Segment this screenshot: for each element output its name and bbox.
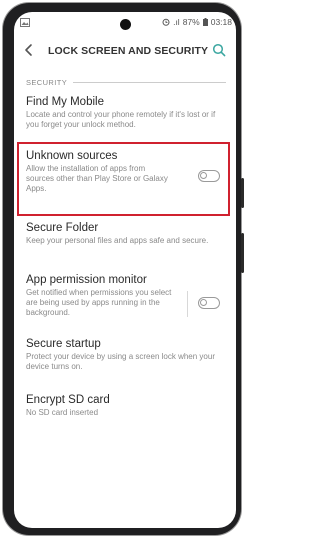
search-icon[interactable]: [212, 43, 226, 57]
volume-button: [241, 178, 244, 208]
toggle-knob: [200, 299, 207, 306]
item-description: Keep your personal files and apps safe a…: [26, 236, 209, 245]
battery-percent: 87%: [182, 17, 200, 27]
battery-icon: [202, 18, 208, 26]
screen: .ıl 87% 03:18 LOCK SCREEN AND SECURITY S…: [14, 12, 236, 528]
image-notification-icon: [20, 18, 30, 27]
list-item-secure-folder[interactable]: Secure Folder Keep your personal files a…: [26, 222, 216, 246]
list-item-encrypt-sd-card[interactable]: Encrypt SD card No SD card inserted: [26, 394, 224, 418]
signal-strength: .ıl: [173, 17, 180, 27]
app-header: LOCK SCREEN AND SECURITY: [14, 36, 236, 66]
clock-time: 03:18: [210, 17, 232, 27]
section-divider: [73, 81, 226, 83]
chevron-left-icon[interactable]: [22, 43, 36, 57]
section-header: SECURITY: [26, 77, 226, 87]
highlight-box: [17, 142, 230, 216]
toggle-divider: [187, 291, 188, 317]
item-title: App permission monitor: [26, 274, 147, 286]
power-button: [241, 233, 244, 273]
item-description: No SD card inserted: [26, 408, 99, 417]
item-title: Secure Folder: [26, 222, 99, 234]
item-description: Locate and control your phone remotely i…: [26, 110, 216, 129]
app-permission-monitor-toggle[interactable]: [198, 297, 220, 309]
item-description: Protect your device by using a screen lo…: [26, 352, 215, 371]
item-description: Get notified when permissions you select…: [26, 288, 172, 317]
status-indicators: .ıl 87% 03:18: [162, 17, 232, 27]
phone-frame: .ıl 87% 03:18 LOCK SCREEN AND SECURITY S…: [3, 3, 244, 535]
front-camera: [120, 19, 131, 30]
item-title: Find My Mobile: [26, 96, 104, 108]
list-item-app-permission-monitor[interactable]: App permission monitor Get notified when…: [26, 274, 181, 318]
item-title: Secure startup: [26, 338, 101, 350]
section-label: SECURITY: [26, 77, 68, 87]
page-title: LOCK SCREEN AND SECURITY: [48, 45, 209, 57]
list-item-find-my-mobile[interactable]: Find My Mobile Locate and control your p…: [26, 96, 226, 130]
alarm-icon: [162, 18, 170, 26]
item-title: Encrypt SD card: [26, 394, 110, 406]
list-item-secure-startup[interactable]: Secure startup Protect your device by us…: [26, 338, 224, 372]
